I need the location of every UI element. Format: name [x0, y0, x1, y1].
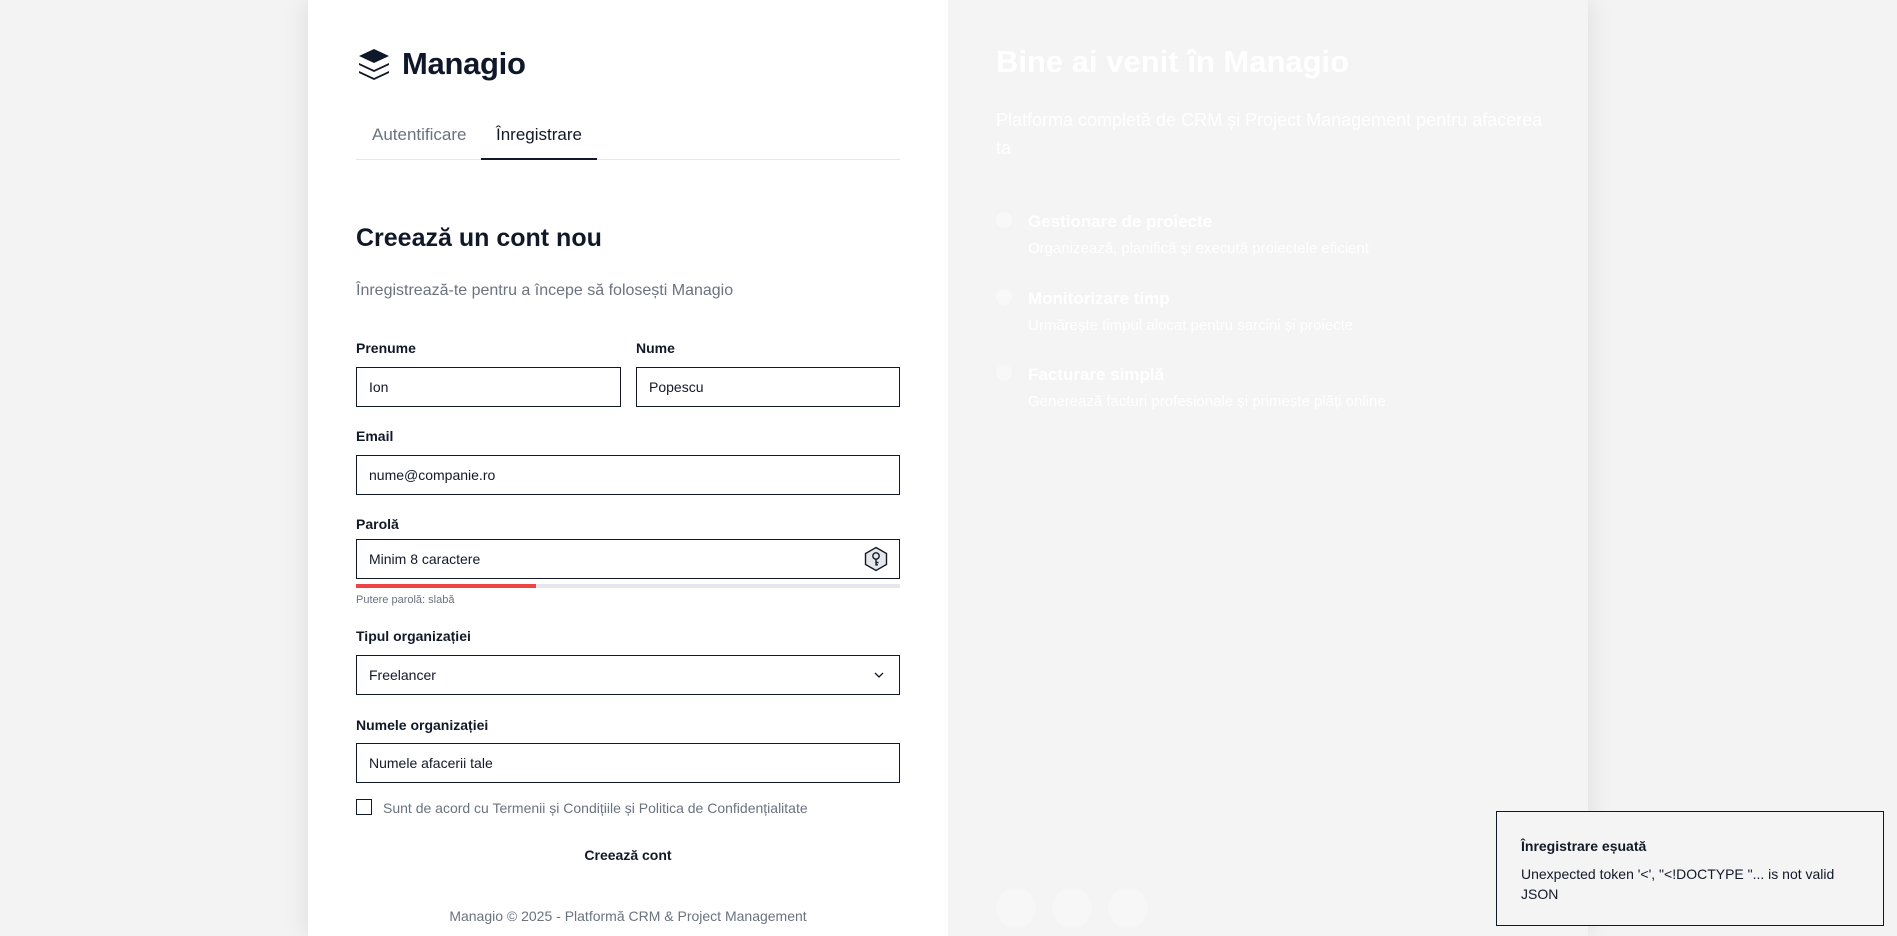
first-name-label: Prenume	[356, 340, 416, 356]
feature-description: Urmărește timpul alocat pentru sarcini ș…	[1028, 317, 1354, 334]
welcome-title: Bine ai venit în Managio	[996, 44, 1350, 79]
social-link[interactable]	[1108, 888, 1148, 928]
tab-login[interactable]: Autentificare	[372, 125, 467, 158]
feature-title: Facturare simplă	[1028, 365, 1165, 384]
first-name-input[interactable]	[356, 367, 621, 407]
feature-title: Gestionare de proiecte	[1028, 212, 1213, 231]
feature-check-icon	[996, 289, 1012, 305]
brand-name: Managio	[402, 46, 526, 81]
org-name-input[interactable]	[356, 743, 900, 783]
social-link[interactable]	[1052, 888, 1092, 928]
feature-description: Generează facturi profesionale și primeș…	[1028, 393, 1386, 410]
org-type-label: Tipul organizației	[356, 628, 471, 644]
create-account-button[interactable]: Creează cont	[356, 840, 900, 870]
key-icon	[864, 546, 888, 572]
terms-label: Sunt de acord cu Termenii și Condițiile …	[383, 800, 808, 816]
last-name-label: Nume	[636, 340, 675, 356]
welcome-description: Platforma completă de CRM și Project Man…	[996, 110, 1543, 158]
error-toast: Înregistrare eșuată Unexpected token '<'…	[1496, 811, 1884, 926]
tab-register[interactable]: Înregistrare	[481, 125, 597, 160]
org-name-label: Numele organizației	[356, 717, 489, 733]
layers-icon	[359, 49, 389, 80]
chevron-down-icon	[874, 672, 884, 678]
feature-title: Monitorizare timp	[1028, 289, 1170, 308]
email-label: Email	[356, 428, 394, 444]
email-input[interactable]	[356, 455, 900, 495]
org-type-value: Freelancer	[369, 667, 436, 683]
welcome-panel: Bine ai venit în Managio Platforma compl…	[948, 0, 1588, 936]
feature-check-icon	[996, 365, 1012, 381]
registration-panel: Managio Autentificare Înregistrare Creea…	[308, 0, 948, 936]
social-link[interactable]	[996, 888, 1036, 928]
password-strength-fill	[356, 584, 536, 588]
toast-title: Înregistrare eșuată	[1521, 838, 1647, 854]
password-toggle-button[interactable]	[863, 546, 889, 572]
form-subtitle: Înregistrează-te pentru a începe să folo…	[356, 282, 734, 299]
brand-logo: Managio	[356, 46, 526, 82]
feature-check-icon	[996, 212, 1012, 228]
password-strength-text: Putere parolă: slabă	[356, 594, 455, 606]
password-input[interactable]	[356, 539, 900, 579]
auth-card: Managio Autentificare Înregistrare Creea…	[308, 0, 1588, 936]
password-label: Parolă	[356, 516, 399, 532]
auth-tabs: Autentificare Înregistrare	[356, 117, 900, 160]
terms-checkbox[interactable]	[356, 799, 372, 815]
password-strength-bar	[356, 584, 900, 588]
last-name-input[interactable]	[636, 367, 900, 407]
feature-description: Organizează, planifică și execută proiec…	[1028, 240, 1370, 257]
toast-message: Unexpected token '<', "<!DOCTYPE "... is…	[1521, 866, 1835, 902]
org-type-select[interactable]: Freelancer	[356, 655, 900, 695]
form-title: Creează un cont nou	[356, 224, 602, 252]
footer-text: Managio © 2025 - Platformă CRM & Project…	[449, 908, 807, 924]
